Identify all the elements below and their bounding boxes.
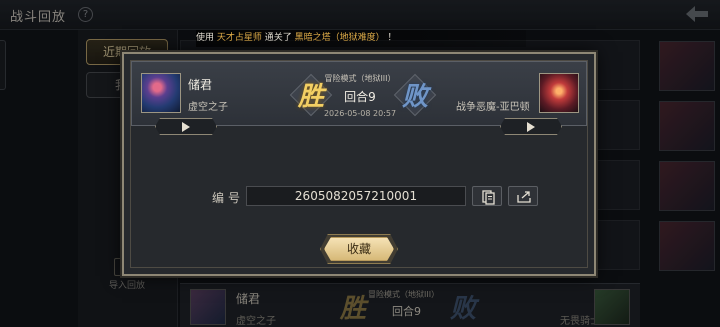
announcement-ticker: 使用 天才占星师 通关了 黑暗之塔（地狱难度） ！ (196, 30, 526, 47)
notice-prefix: 使用 (196, 33, 217, 43)
replay-id-label: 编号 (212, 191, 245, 205)
notice-suffix: ！ (384, 33, 397, 43)
play-icon (182, 122, 190, 132)
play-opponent-replay-button[interactable] (500, 118, 562, 135)
player-deck-name: 虚空之子 (188, 102, 228, 113)
opponent-deck-name: 战争恶魔-亚巴顿 (456, 102, 530, 113)
share-button[interactable] (508, 186, 538, 206)
favorite-button[interactable]: 收藏 (324, 237, 394, 261)
player-name: 储君 (188, 78, 213, 92)
copy-icon (482, 190, 495, 205)
battle-datetime: 2026-05-08 20:57 (323, 109, 397, 118)
notice-deck: 天才占星师 (216, 33, 262, 43)
notice-middle: 通关了 (261, 33, 295, 43)
player-avatar (141, 73, 181, 113)
replay-id-field[interactable]: 2605082057210001 (246, 186, 466, 206)
play-player-replay-button[interactable] (155, 118, 217, 135)
game-mode: 冒险模式（地狱III） (324, 74, 396, 83)
copy-button[interactable] (472, 186, 502, 206)
play-icon (527, 122, 535, 132)
round-count: 回合9 (344, 90, 376, 104)
opponent-avatar (539, 73, 579, 113)
share-icon (517, 191, 531, 203)
notice-stage: 黑暗之塔（地狱难度） (294, 33, 385, 43)
